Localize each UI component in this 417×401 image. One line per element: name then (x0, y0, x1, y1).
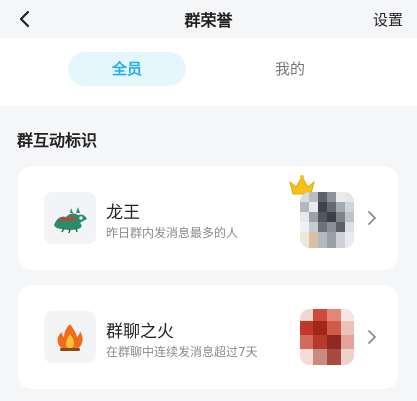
back-arrow-icon (19, 10, 30, 28)
honor-card-group-fire[interactable]: 群聊之火 在群聊中连续发消息超过7天 (18, 285, 398, 389)
tab-all-members[interactable]: 全员 (68, 52, 186, 86)
badge-container (44, 192, 96, 244)
winner-avatar[interactable] (300, 309, 354, 365)
section-title: 群互动标识 (17, 131, 98, 150)
dragon-icon (54, 207, 87, 234)
back-button[interactable] (12, 6, 36, 32)
honor-name: 群聊之火 (106, 322, 174, 342)
top-nav-bar: 群荣誉 设置 (0, 0, 417, 38)
winner-avatar[interactable] (300, 192, 354, 248)
honor-description: 昨日群内发消息最多的人 (106, 226, 239, 240)
tab-bar: 全员 我的 (0, 38, 417, 106)
chevron-right-icon (368, 211, 376, 225)
fire-icon (57, 324, 83, 351)
honor-card-dragon-king[interactable]: 龙王 昨日群内发消息最多的人 (18, 166, 398, 270)
honor-name: 龙王 (106, 203, 140, 223)
chevron-right-icon (368, 330, 376, 344)
page-title: 群荣誉 (184, 11, 233, 30)
tab-mine[interactable]: 我的 (238, 52, 342, 86)
badge-container (44, 311, 96, 363)
honor-description: 在群聊中连续发消息超过7天 (106, 345, 258, 359)
settings-button[interactable]: 设置 (373, 9, 403, 30)
